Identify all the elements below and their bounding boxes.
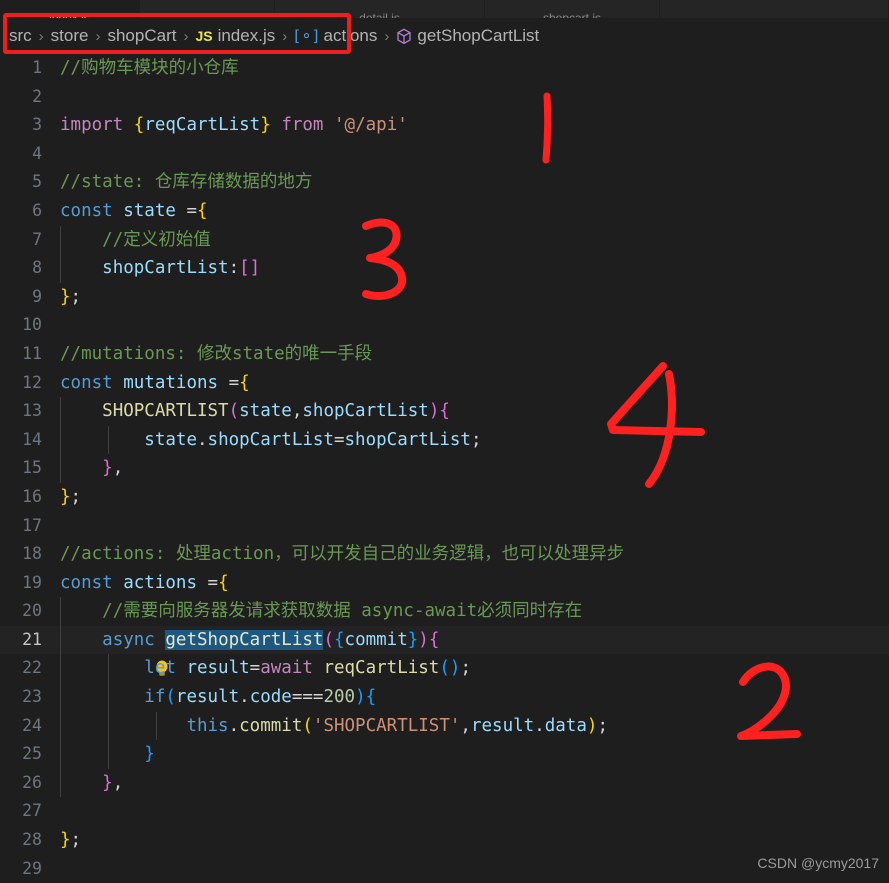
chevron-right-icon: › bbox=[282, 27, 288, 45]
code-line: 9}; bbox=[32, 286, 82, 307]
code-line: 11//mutations: 修改state的唯一手段 bbox=[22, 343, 373, 364]
code-line-active: 21 async getShopCartList({commit}){ bbox=[0, 625, 889, 676]
breadcrumb-item-shopcart[interactable]: shopCart bbox=[107, 26, 176, 46]
code-line: 17 bbox=[22, 515, 42, 535]
breadcrumb-item-store[interactable]: store bbox=[51, 26, 89, 46]
code-line: 20 //需要向服务器发请求获取数据 async-await必须同时存在 bbox=[0, 597, 889, 626]
code-line: 29 bbox=[22, 858, 42, 878]
editor-tab-bar: index.js detail.js shopcart.js bbox=[0, 0, 889, 18]
code-line: 26 }, bbox=[0, 768, 889, 798]
code-line: 1//购物车模块的小仓库 bbox=[0, 54, 889, 83]
method-cube-icon bbox=[396, 28, 412, 45]
selected-token: getShopCartList bbox=[165, 629, 324, 650]
code-line: 6 const state ={ bbox=[32, 200, 208, 221]
editor-tab[interactable]: shopcart.js bbox=[485, 0, 660, 18]
code-line: 27 bbox=[22, 801, 42, 821]
code-line: 2 bbox=[32, 86, 42, 106]
code-line: 5//state: 仓库存储数据的地方 bbox=[32, 172, 313, 193]
breadcrumb-item-getshopcartlist[interactable]: getShopCartList bbox=[417, 26, 539, 46]
editor-tab[interactable]: index.js bbox=[0, 0, 140, 18]
code-line: 18//actions: 处理action，可以开发自己的业务逻辑，也可以处理异… bbox=[22, 544, 625, 565]
code-line: 25 } bbox=[0, 740, 889, 769]
breadcrumb-item-indexjs[interactable]: index.js bbox=[218, 26, 276, 46]
code-line: 12 const mutations ={ bbox=[22, 372, 250, 393]
editor-tab[interactable]: detail.js bbox=[275, 0, 485, 18]
editor-tab[interactable] bbox=[140, 0, 275, 18]
code-line: 13 SHOPCARTLIST(state,shopCartList){ bbox=[0, 397, 889, 426]
code-line: 19 const actions ={ bbox=[22, 572, 229, 593]
breadcrumb-item-src[interactable]: src bbox=[9, 26, 32, 46]
code-line: 7 //定义初始值 bbox=[0, 225, 889, 255]
code-line: 10 bbox=[22, 315, 42, 335]
js-file-icon: JS bbox=[195, 28, 213, 44]
code-line: 24 this.commit('SHOPCARTLIST',result.dat… bbox=[0, 711, 889, 741]
breadcrumb-item-actions[interactable]: actions bbox=[324, 26, 378, 46]
editor-tab[interactable] bbox=[660, 0, 889, 18]
code-line: 14 state.shopCartList=shopCartList; bbox=[0, 425, 889, 455]
chevron-right-icon: › bbox=[384, 27, 390, 45]
object-property-icon: [⚬] bbox=[294, 27, 319, 45]
code-editor[interactable]: 1//购物车模块的小仓库 2 3 import {reqCartList} fro… bbox=[0, 54, 889, 881]
code-line-content: //购物车模块的小仓库 bbox=[60, 58, 239, 78]
watermark: CSDN @ycmy2017 bbox=[757, 855, 879, 871]
chevron-right-icon: › bbox=[183, 27, 189, 45]
chevron-right-icon: › bbox=[38, 27, 44, 45]
code-line: 8 shopCartList:[] bbox=[0, 254, 889, 283]
code-line: 3 import {reqCartList} from '@/api' bbox=[32, 115, 408, 136]
code-line: 23 if(result.code===200){ bbox=[0, 683, 889, 712]
breadcrumb: src › store › shopCart › JS index.js › [… bbox=[0, 18, 889, 54]
chevron-right-icon: › bbox=[95, 27, 101, 45]
code-line: 22 let result=await reqCartList(); bbox=[0, 654, 889, 684]
code-line: 15 }, bbox=[0, 454, 889, 483]
code-line: 16}; bbox=[22, 486, 82, 507]
code-line: 4 bbox=[32, 143, 42, 163]
code-line: 28}; bbox=[22, 830, 82, 851]
